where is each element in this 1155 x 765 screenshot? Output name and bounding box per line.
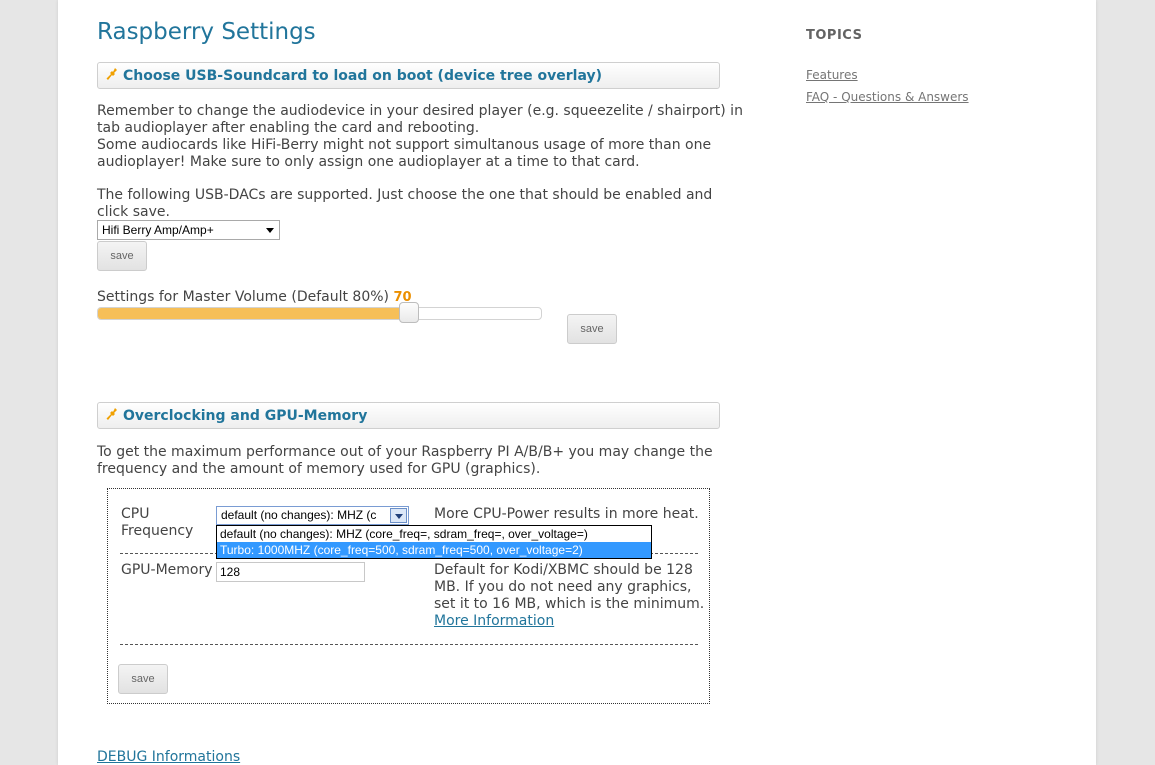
cpu-frequency-option-highlighted[interactable]: Turbo: 1000MHZ (core_freq=500, sdram_fre… <box>217 542 651 558</box>
master-volume-slider[interactable] <box>97 307 542 320</box>
gpu-memory-note-line: MB. If you do not need any graphics, <box>434 579 692 595</box>
wrench-icon <box>106 408 117 420</box>
more-information-link[interactable]: More Information <box>434 613 704 630</box>
soundcard-intro-line: tab audioplayer after enabling the card … <box>97 120 480 136</box>
soundcard-intro-line: Some audiocards like HiFi-Berry might no… <box>97 137 712 153</box>
cpu-frequency-label: CPU Frequency <box>121 506 193 540</box>
master-volume-slider-fill <box>98 308 410 319</box>
volume-save-button[interactable]: save <box>567 314 617 344</box>
soundcard-intro-line: Remember to change the audiodevice in yo… <box>97 103 743 119</box>
gpu-memory-note-line: Default for Kodi/XBMC should be 128 <box>434 562 693 578</box>
cpu-frequency-option[interactable]: default (no changes): MHZ (core_freq=, s… <box>217 526 651 542</box>
soundcard-intro: Remember to change the audiodevice in yo… <box>97 103 743 171</box>
soundcard-select[interactable]: Hifi Berry Amp/Amp+ <box>97 220 280 240</box>
supported-dacs-line: The following USB-DACs are supported. Ju… <box>97 187 713 203</box>
sidebar-title: TOPICS <box>806 28 863 43</box>
cpu-frequency-options-list[interactable]: default (no changes): MHZ (core_freq=, s… <box>216 525 652 559</box>
overclocking-save-button[interactable]: save <box>118 664 168 694</box>
cpu-frequency-select-value: default (no changes): MHZ (c <box>221 508 377 522</box>
cpu-frequency-select[interactable]: default (no changes): MHZ (c <box>216 506 409 525</box>
gpu-memory-input[interactable]: 128 <box>216 562 365 582</box>
soundcard-save-button[interactable]: save <box>97 241 147 271</box>
overclocking-section-header: Overclocking and GPU-Memory <box>97 402 720 429</box>
master-volume-slider-handle[interactable] <box>399 302 419 323</box>
supported-dacs-text: The following USB-DACs are supported. Ju… <box>97 187 712 221</box>
wrench-icon <box>106 68 117 80</box>
supported-dacs-line: click save. <box>97 204 170 220</box>
gpu-memory-label: GPU-Memory <box>121 562 213 578</box>
soundcard-select-value: Hifi Berry Amp/Amp+ <box>102 223 214 237</box>
cpu-frequency-label-line: Frequency <box>121 523 194 539</box>
overclocking-intro-line: frequency and the amount of memory used … <box>97 461 541 477</box>
gpu-memory-note: Default for Kodi/XBMC should be 128 MB. … <box>434 562 704 630</box>
cpu-frequency-dropdown-button[interactable] <box>390 508 407 523</box>
master-volume-label: Settings for Master Volume (Default 80%)… <box>97 289 412 305</box>
chevron-down-icon <box>395 514 403 519</box>
soundcard-section-header: Choose USB-Soundcard to load on boot (de… <box>97 62 720 89</box>
page-container: Raspberry Settings Choose USB-Soundcard … <box>58 0 1096 765</box>
soundcard-intro-line: audioplayer! Make sure to only assign on… <box>97 154 640 170</box>
overclocking-intro-line: To get the maximum performance out of yo… <box>97 444 713 460</box>
overclocking-intro: To get the maximum performance out of yo… <box>97 444 713 478</box>
cpu-frequency-note: More CPU-Power results in more heat. <box>434 506 699 522</box>
chevron-down-icon <box>266 228 274 233</box>
page-title: Raspberry Settings <box>97 19 316 45</box>
sidebar-link-faq[interactable]: FAQ - Questions & Answers <box>806 90 969 104</box>
sidebar-link-features[interactable]: Features <box>806 68 858 82</box>
cpu-frequency-label-line: CPU <box>121 506 150 522</box>
soundcard-section-title: Choose USB-Soundcard to load on boot (de… <box>123 68 602 84</box>
gpu-memory-note-line: set it to 16 MB, which is the minimum. <box>434 596 705 612</box>
debug-informations-link[interactable]: DEBUG Informations <box>97 749 240 765</box>
overclocking-section-title: Overclocking and GPU-Memory <box>123 408 368 424</box>
divider <box>120 644 698 645</box>
master-volume-label-text: Settings for Master Volume (Default 80%) <box>97 289 389 305</box>
